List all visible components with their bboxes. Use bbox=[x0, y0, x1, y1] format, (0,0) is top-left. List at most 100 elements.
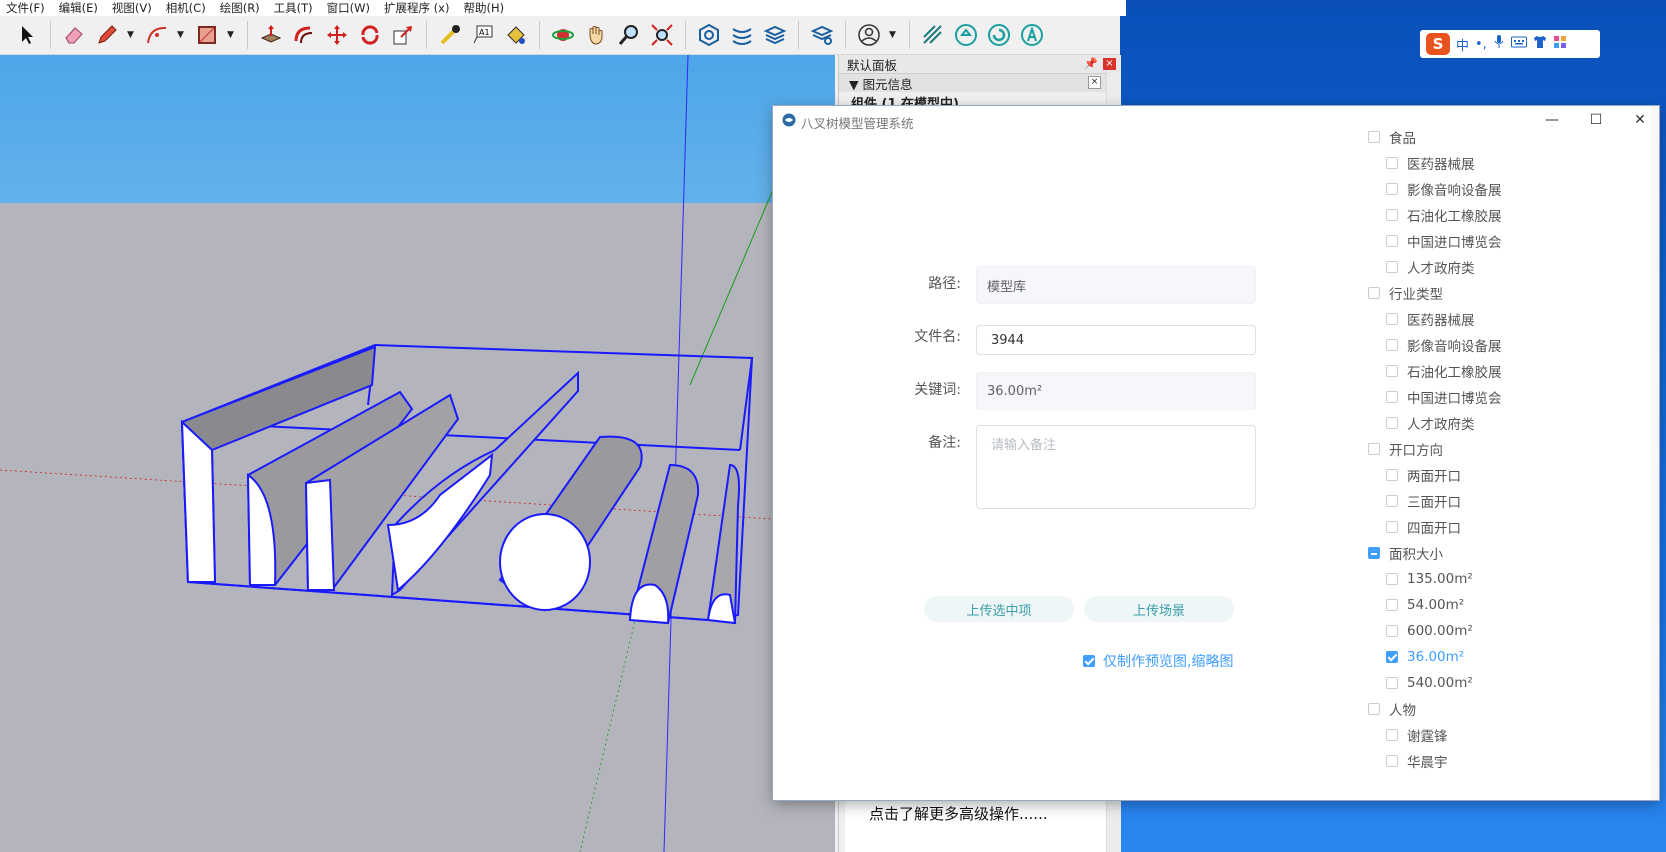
checkbox-icon[interactable] bbox=[1386, 235, 1398, 247]
tree-leaf-item[interactable]: 医药器械展 bbox=[1368, 150, 1643, 176]
plugin-a-icon[interactable] bbox=[1019, 22, 1045, 48]
tree-leaf-item[interactable]: 三面开口 bbox=[1368, 488, 1643, 514]
zoom-extents-icon[interactable] bbox=[649, 22, 675, 48]
filename-input[interactable]: 3944 bbox=[976, 325, 1256, 355]
checkbox-icon[interactable] bbox=[1386, 261, 1398, 273]
ime-mode[interactable]: 中 bbox=[1456, 35, 1469, 54]
checkbox-icon[interactable] bbox=[1386, 573, 1398, 585]
checkbox-icon[interactable] bbox=[1386, 469, 1398, 481]
checkbox-icon[interactable] bbox=[1386, 625, 1398, 637]
pin-icon[interactable]: 📌 bbox=[1084, 57, 1098, 70]
tree-leaf-item[interactable]: 540.00m² bbox=[1368, 670, 1643, 696]
tree-group-item[interactable]: 人物 bbox=[1368, 696, 1643, 722]
plugin-refresh-icon[interactable] bbox=[986, 22, 1012, 48]
dialog-scrollbar[interactable] bbox=[1651, 106, 1659, 800]
tree-leaf-item[interactable]: 人才政府类 bbox=[1368, 254, 1643, 280]
checkbox-icon[interactable] bbox=[1386, 495, 1398, 507]
checkbox-icon[interactable] bbox=[1368, 703, 1380, 715]
menu-edit[interactable]: 编辑(E) bbox=[59, 0, 98, 16]
eraser-icon[interactable] bbox=[61, 22, 87, 48]
section-close-icon[interactable]: × bbox=[1088, 76, 1101, 89]
keyboard-icon[interactable] bbox=[1510, 36, 1527, 52]
preview-only-checkbox[interactable]: 仅制作预览图,缩略图 bbox=[1083, 651, 1233, 671]
tree-leaf-item[interactable]: 中国进口博览会 bbox=[1368, 228, 1643, 254]
tree-leaf-item[interactable]: 36.00m² bbox=[1368, 644, 1643, 670]
tree-leaf-item[interactable]: 中国进口博览会 bbox=[1368, 384, 1643, 410]
scale-icon[interactable] bbox=[390, 22, 416, 48]
menu-draw[interactable]: 绘图(R) bbox=[220, 0, 260, 16]
ime-toolbar[interactable]: S 中 •, bbox=[1420, 30, 1600, 58]
checkbox-checked-icon[interactable] bbox=[1386, 651, 1398, 663]
3d-viewport[interactable] bbox=[0, 55, 835, 852]
checkbox-icon[interactable] bbox=[1386, 313, 1398, 325]
upload-scene-button[interactable]: 上传场景 bbox=[1084, 596, 1234, 622]
menu-tools[interactable]: 工具(T) bbox=[274, 0, 313, 16]
tape-measure-icon[interactable] bbox=[437, 22, 463, 48]
layers-settings-icon[interactable] bbox=[809, 22, 835, 48]
tree-leaf-item[interactable]: 石油化工橡胶展 bbox=[1368, 202, 1643, 228]
tree-group-item[interactable]: 行业类型 bbox=[1368, 280, 1643, 306]
tree-group-item[interactable]: 开口方向 bbox=[1368, 436, 1643, 462]
tree-leaf-item[interactable]: 谢霆锋 bbox=[1368, 722, 1643, 748]
checkbox-icon[interactable] bbox=[1386, 339, 1398, 351]
checkbox-icon[interactable] bbox=[1386, 183, 1398, 195]
checkbox-icon[interactable] bbox=[1386, 755, 1398, 767]
warehouse-icon[interactable] bbox=[696, 22, 722, 48]
plugin-grid-icon[interactable] bbox=[920, 22, 946, 48]
tree-leaf-item[interactable]: 影像音响设备展 bbox=[1368, 176, 1643, 202]
menu-extensions[interactable]: 扩展程序 (x) bbox=[384, 0, 449, 16]
push-pull-icon[interactable] bbox=[258, 22, 284, 48]
offset-icon[interactable] bbox=[291, 22, 317, 48]
toolbox-grid-icon[interactable] bbox=[1553, 35, 1567, 53]
checkbox-icon[interactable] bbox=[1386, 365, 1398, 377]
note-textarea[interactable]: 请输入备注 bbox=[976, 425, 1256, 509]
arc-icon[interactable] bbox=[144, 22, 170, 48]
close-icon[interactable]: × bbox=[1103, 58, 1116, 70]
checkbox-icon[interactable] bbox=[1386, 157, 1398, 169]
tree-group-item[interactable]: 面积大小 bbox=[1368, 540, 1643, 566]
chevron-down-icon[interactable]: ▼ bbox=[227, 30, 237, 40]
rotate-icon[interactable] bbox=[357, 22, 383, 48]
pan-hand-icon[interactable] bbox=[583, 22, 609, 48]
layers-icon[interactable] bbox=[762, 22, 788, 48]
menu-window[interactable]: 窗口(W) bbox=[327, 0, 370, 16]
checkbox-icon[interactable] bbox=[1386, 417, 1398, 429]
tree-leaf-item[interactable]: 华晨宇 bbox=[1368, 748, 1643, 774]
pencil-icon[interactable] bbox=[94, 22, 120, 48]
checkbox-icon[interactable] bbox=[1386, 391, 1398, 403]
tree-group-item[interactable]: 食品 bbox=[1368, 124, 1643, 150]
checkbox-icon[interactable] bbox=[1386, 521, 1398, 533]
checkbox-checked-icon[interactable] bbox=[1083, 655, 1095, 667]
checkbox-partial-icon[interactable] bbox=[1368, 547, 1380, 559]
tree-leaf-item[interactable]: 135.00m² bbox=[1368, 566, 1643, 592]
paint-bucket-icon[interactable] bbox=[503, 22, 529, 48]
move-icon[interactable] bbox=[324, 22, 350, 48]
checkbox-icon[interactable] bbox=[1386, 729, 1398, 741]
skin-shirt-icon[interactable] bbox=[1533, 35, 1547, 53]
orbit-icon[interactable] bbox=[550, 22, 576, 48]
account-icon[interactable] bbox=[856, 22, 882, 48]
tree-leaf-item[interactable]: 54.00m² bbox=[1368, 592, 1643, 618]
microphone-icon[interactable] bbox=[1493, 35, 1505, 53]
advanced-tip-link[interactable]: 点击了解更多高级操作...... bbox=[869, 803, 1048, 824]
text-label-icon[interactable]: A1 bbox=[470, 22, 496, 48]
tree-leaf-item[interactable]: 600.00m² bbox=[1368, 618, 1643, 644]
chevron-down-icon[interactable]: ▼ bbox=[177, 30, 187, 40]
checkbox-icon[interactable] bbox=[1368, 287, 1380, 299]
checkbox-icon[interactable] bbox=[1386, 677, 1398, 689]
entity-info-header[interactable]: ▼ 图元信息 bbox=[839, 74, 1121, 92]
zoom-icon[interactable] bbox=[616, 22, 642, 48]
tree-leaf-item[interactable]: 影像音响设备展 bbox=[1368, 332, 1643, 358]
tree-leaf-item[interactable]: 医药器械展 bbox=[1368, 306, 1643, 332]
menu-camera[interactable]: 相机(C) bbox=[166, 0, 206, 16]
tree-leaf-item[interactable]: 两面开口 bbox=[1368, 462, 1643, 488]
tree-leaf-item[interactable]: 人才政府类 bbox=[1368, 410, 1643, 436]
menu-view[interactable]: 视图(V) bbox=[112, 0, 152, 16]
chevron-down-icon[interactable]: ▼ bbox=[127, 30, 137, 40]
checkbox-icon[interactable] bbox=[1368, 443, 1380, 455]
extension-icon[interactable] bbox=[729, 22, 755, 48]
tree-leaf-item[interactable]: 四面开口 bbox=[1368, 514, 1643, 540]
select-arrow-icon[interactable] bbox=[14, 22, 40, 48]
rectangle-icon[interactable] bbox=[194, 22, 220, 48]
menu-help[interactable]: 帮助(H) bbox=[463, 0, 504, 16]
